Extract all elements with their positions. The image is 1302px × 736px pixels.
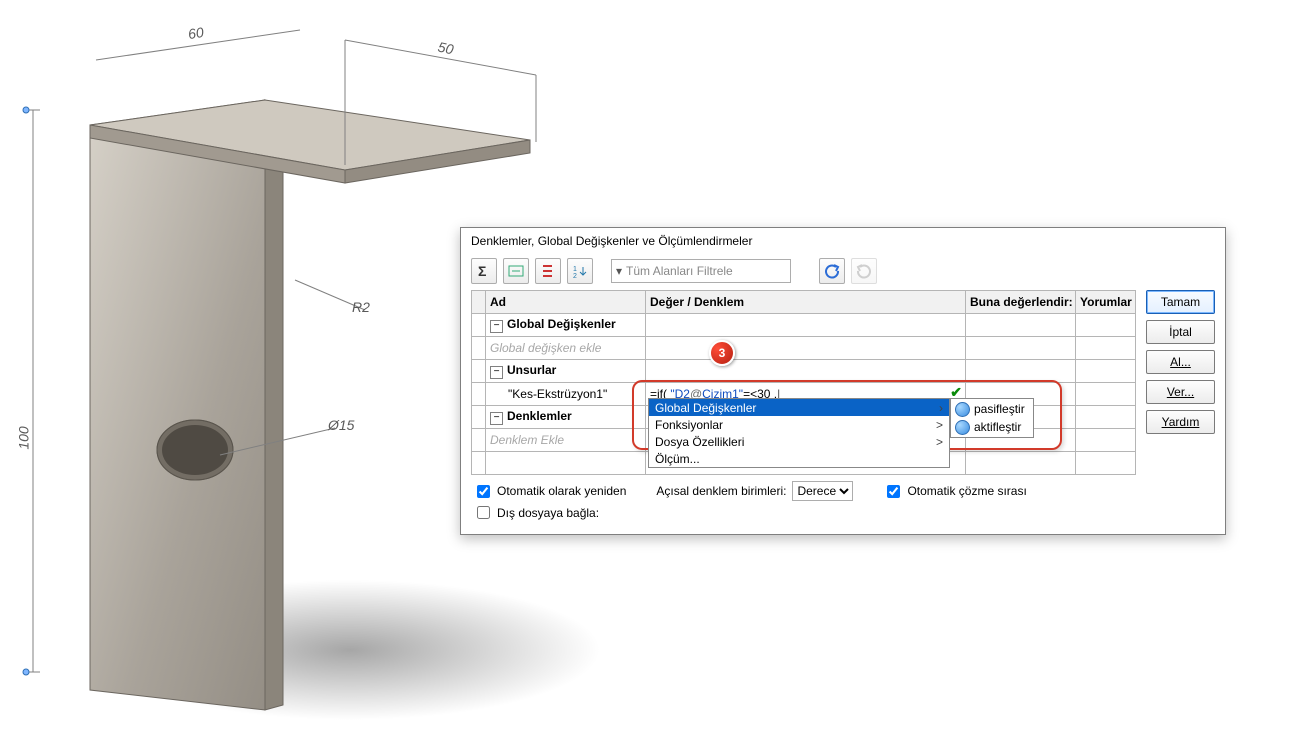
funnel-icon: ▾ <box>616 264 622 278</box>
import-button[interactable]: Al... <box>1146 350 1215 374</box>
dropdown-opt-functions[interactable]: Fonksiyonlar> <box>649 416 949 433</box>
sigma-view-button[interactable]: Σ <box>471 258 497 284</box>
equations-section-header[interactable]: −Denklemler <box>486 406 646 429</box>
col-header-value: Değer / Denklem <box>646 291 966 314</box>
collapse-icon[interactable]: − <box>490 412 503 425</box>
auto-rebuild-input[interactable] <box>477 485 490 498</box>
submenu-arrow-icon: > <box>936 435 943 449</box>
dropdown-opt-measure[interactable]: Ölçüm... <box>649 450 949 467</box>
filter-input[interactable]: ▾ Tüm Alanları Filtrele <box>611 259 791 283</box>
svg-text:2: 2 <box>573 273 577 279</box>
equations-dialog: Denklemler, Global Değişkenler ve Ölçüml… <box>460 227 1226 535</box>
dialog-footer: Otomatik olarak yeniden Açısal denklem b… <box>471 475 1215 503</box>
collapse-icon[interactable]: − <box>490 320 503 333</box>
col-header-name: Ad <box>486 291 646 314</box>
submenu-deactivate[interactable]: pasifleştir <box>951 400 1033 418</box>
filter-placeholder: Tüm Alanları Filtrele <box>626 264 733 278</box>
globals-add-row[interactable]: Global değişken ekle <box>486 337 646 360</box>
step-badge: 3 <box>709 340 735 366</box>
svg-text:Σ: Σ <box>478 263 486 279</box>
dim-width-60: 60 <box>187 24 205 42</box>
dim-hole: Ø15 <box>328 417 354 433</box>
sort-button[interactable]: 12 <box>567 258 593 284</box>
globe-icon <box>955 420 970 435</box>
submenu-activate[interactable]: aktifleştir <box>951 418 1033 436</box>
dialog-toolbar: Σ 12 ▾ Tüm Alanları Filtrele <box>471 254 1215 290</box>
dropdown-opt-fileprops[interactable]: Dosya Özellikleri> <box>649 433 949 450</box>
equations-add-row[interactable]: Denklem Ekle <box>486 429 646 452</box>
help-button[interactable]: Yardım <box>1146 410 1215 434</box>
angular-units-label: Açısal denklem birimleri: <box>656 484 786 498</box>
redo-button[interactable] <box>851 258 877 284</box>
globals-section-header[interactable]: −Global Değişkenler <box>486 314 646 337</box>
submenu-arrow-icon: > <box>936 418 943 432</box>
auto-rebuild-checkbox[interactable]: Otomatik olarak yeniden <box>473 482 626 501</box>
cancel-button[interactable]: İptal <box>1146 320 1215 344</box>
col-header-comments: Yorumlar <box>1076 291 1136 314</box>
auto-solve-input[interactable] <box>887 485 900 498</box>
globe-icon <box>955 402 970 417</box>
angular-units-select[interactable]: Derece <box>792 481 853 501</box>
link-external-checkbox[interactable]: Dış dosyaya bağla: <box>473 503 599 522</box>
dim-radius: R2 <box>352 299 370 315</box>
dialog-button-column: Tamam İptal Al... Ver... Yardım <box>1146 290 1215 475</box>
formula-autocomplete-dropdown[interactable]: Global Değişkenler› Fonksiyonlar> Dosya … <box>648 398 950 468</box>
collapse-icon[interactable]: − <box>490 366 503 379</box>
formula-submenu[interactable]: pasifleştir aktifleştir <box>950 398 1034 438</box>
dim-depth-50: 50 <box>437 39 456 58</box>
auto-solve-checkbox[interactable]: Otomatik çözme sırası <box>883 482 1026 501</box>
undo-button[interactable] <box>819 258 845 284</box>
dialog-title: Denklemler, Global Değişkenler ve Ölçüml… <box>461 228 1225 254</box>
ok-button[interactable]: Tamam <box>1146 290 1215 314</box>
submenu-arrow-icon: › <box>939 401 943 415</box>
svg-text:1: 1 <box>573 266 577 273</box>
dim-view-button[interactable] <box>503 258 529 284</box>
dropdown-opt-globals[interactable]: Global Değişkenler› <box>649 399 949 416</box>
dim-height-100: 100 <box>16 426 32 449</box>
col-header-eval: Buna değerlendir: <box>966 291 1076 314</box>
link-external-input[interactable] <box>477 506 490 519</box>
features-section-header[interactable]: −Unsurlar <box>486 360 646 383</box>
ordered-view-button[interactable] <box>535 258 561 284</box>
feature-name-cell[interactable]: "Kes-Ekstrüzyon1" <box>486 383 646 406</box>
export-button[interactable]: Ver... <box>1146 380 1215 404</box>
